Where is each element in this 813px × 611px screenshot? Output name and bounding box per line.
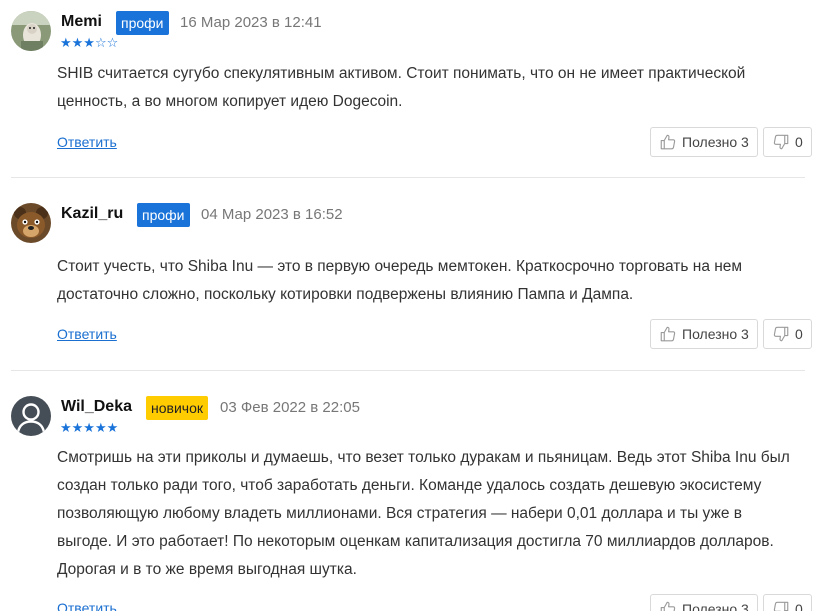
thumbs-up-icon	[660, 326, 676, 342]
reply-link[interactable]: Ответить	[57, 326, 117, 342]
useful-count: Полезно 3	[682, 601, 749, 611]
comment-date: 04 Мар 2023 в 16:52	[201, 206, 343, 223]
divider	[11, 370, 805, 371]
useful-button[interactable]: Полезно 3	[650, 594, 758, 611]
username[interactable]: Memi	[61, 13, 102, 31]
thumbs-down-icon	[773, 601, 789, 611]
status-badge: новичок	[146, 396, 208, 420]
comment-text: Стоит учесть, что Shiba Inu — это в перв…	[57, 258, 743, 303]
username[interactable]: Kazil_ru	[61, 205, 123, 223]
useful-button[interactable]: Полезно 3	[650, 127, 758, 157]
rating-stars: ★★★☆☆	[60, 35, 119, 50]
useful-count: Полезно 3	[682, 134, 749, 150]
thumbs-up-icon	[660, 134, 676, 150]
dislike-count: 0	[795, 326, 803, 342]
useful-count: Полезно 3	[682, 326, 749, 342]
divider	[11, 177, 805, 178]
comment-date: 16 Мар 2023 в 12:41	[180, 14, 322, 31]
avatar[interactable]	[11, 11, 51, 51]
thumbs-up-icon	[660, 601, 676, 611]
rating-stars: ★★★★★	[60, 420, 119, 435]
avatar[interactable]	[11, 203, 51, 243]
comment-text: SHIB считается сугубо спекулятивным акти…	[57, 65, 746, 110]
status-badge: профи	[137, 203, 190, 227]
comment-date: 03 Фев 2022 в 22:05	[220, 399, 360, 416]
avatar[interactable]	[11, 396, 51, 436]
dislike-button[interactable]: 0	[763, 594, 812, 611]
status-badge: профи	[116, 11, 169, 35]
useful-button[interactable]: Полезно 3	[650, 319, 758, 349]
reply-link[interactable]: Ответить	[57, 134, 117, 150]
dislike-count: 0	[795, 601, 803, 611]
reply-link[interactable]: Ответить	[57, 600, 117, 611]
dislike-button[interactable]: 0	[763, 319, 812, 349]
user-avatar-icon	[11, 396, 51, 436]
comment-text: Смотришь на эти приколы и думаешь, что в…	[57, 449, 790, 578]
dislike-count: 0	[795, 134, 803, 150]
username[interactable]: Wil_Deka	[61, 398, 132, 416]
comments-list: Memi профи 16 Мар 2023 в 12:41 ★★★☆☆ SHI…	[0, 0, 813, 611]
thumbs-down-icon	[773, 326, 789, 342]
dislike-button[interactable]: 0	[763, 127, 812, 157]
thumbs-down-icon	[773, 134, 789, 150]
